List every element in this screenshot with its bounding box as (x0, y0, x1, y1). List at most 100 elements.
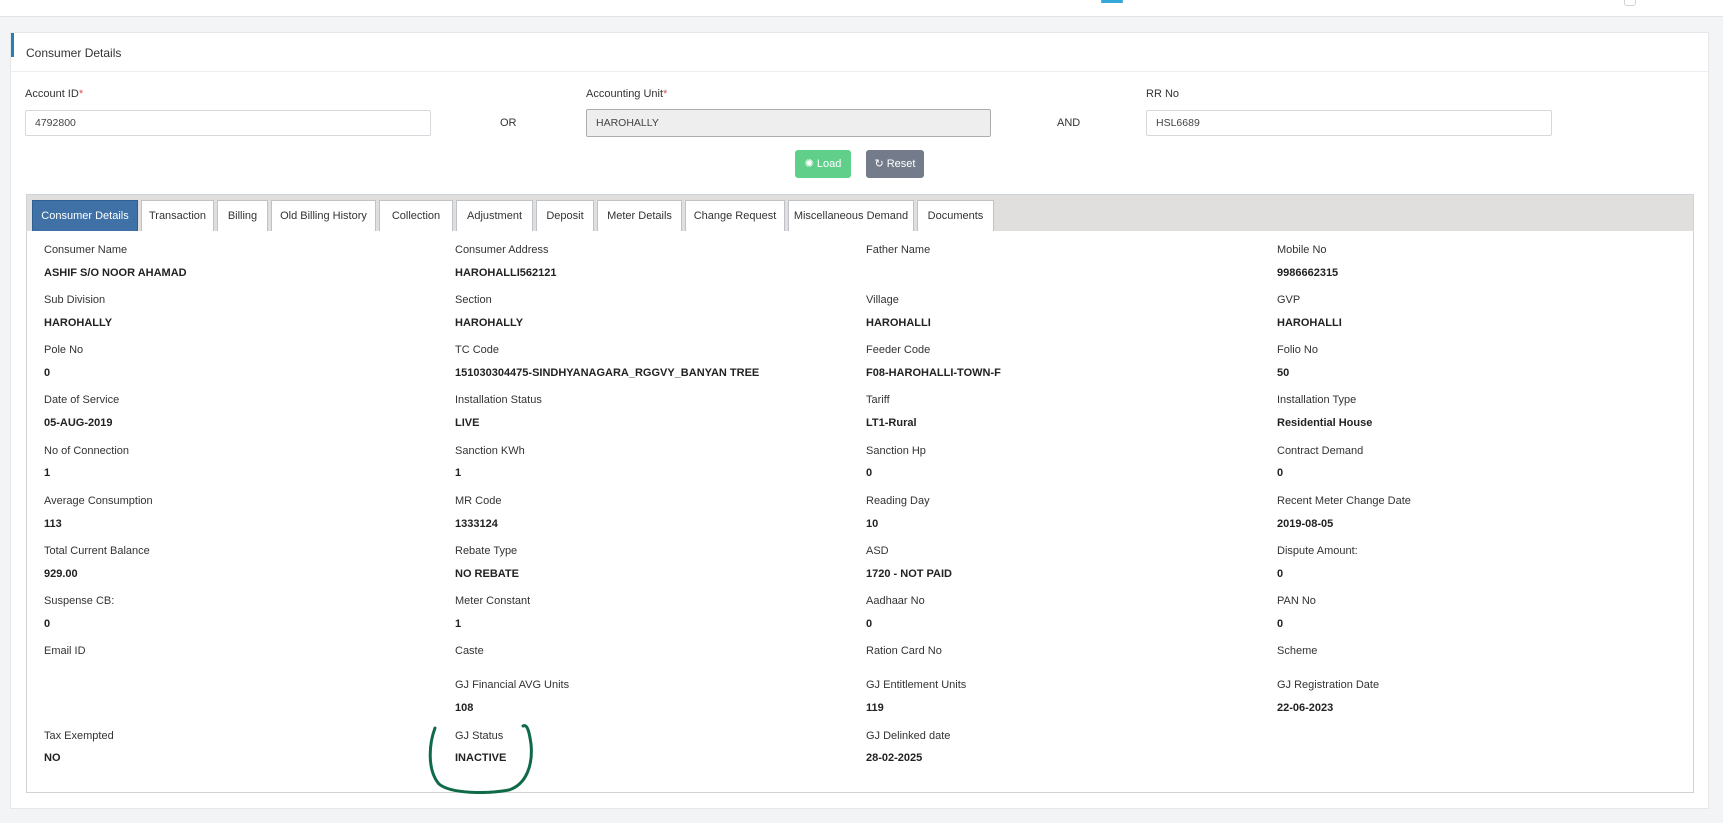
rebate-type-label: Rebate Type (455, 545, 518, 557)
village-label: Village (866, 294, 899, 306)
feeder-code-label: Feeder Code (866, 344, 931, 356)
asd-value: 1720 - NOT PAID (866, 568, 952, 580)
accounting-unit-input[interactable]: HAROHALLY (586, 109, 991, 137)
scheme-label: Scheme (1277, 645, 1318, 657)
total-current-balance-value: 929.00 (44, 568, 78, 580)
reading-day-label: Reading Day (866, 495, 930, 507)
gj-financial-avg-units-label: GJ Financial AVG Units (455, 679, 570, 691)
no-of-connection-value: 1 (44, 467, 51, 479)
installation-type-label: Installation Type (1277, 394, 1357, 406)
tariff-value: LT1-Rural (866, 417, 917, 429)
panel-accent-bar (11, 33, 14, 57)
account-id-label: Account ID* (25, 88, 84, 100)
sanction-kwh-value: 1 (455, 467, 462, 479)
contract-demand-label: Contract Demand (1277, 445, 1364, 457)
brand-logo-icon (1101, 0, 1123, 3)
tab-change-request[interactable]: Change Request (685, 200, 785, 231)
load-button[interactable]: ✺ Load (795, 150, 851, 178)
meter-constant-value: 1 (455, 618, 462, 630)
sanction-hp-label: Sanction Hp (866, 445, 926, 457)
tab-adjustment[interactable]: Adjustment (456, 200, 533, 231)
spinner-icon: ✺ (804, 158, 814, 170)
mr-code-label: MR Code (455, 495, 502, 507)
no-of-connection-label: No of Connection (44, 445, 129, 457)
tab-documents[interactable]: Documents (917, 200, 994, 231)
rr-no-input[interactable]: HSL6689 (1146, 110, 1552, 136)
folio-no-label: Folio No (1277, 344, 1318, 356)
required-mark: * (78, 88, 84, 100)
refresh-icon: ↻ (874, 158, 884, 170)
rebate-type-value: NO REBATE (455, 568, 519, 580)
ration-card-no-label: Ration Card No (866, 645, 942, 657)
gj-registration-date-value: 22-06-2023 (1277, 702, 1334, 714)
folio-no-value: 50 (1277, 367, 1290, 379)
tab-consumer-details[interactable]: Consumer Details (32, 200, 138, 231)
tariff-label: Tariff (866, 394, 890, 406)
annotation-circle-icon (428, 724, 533, 794)
gj-financial-avg-units-value: 108 (455, 702, 474, 714)
feeder-code-value: F08-HAROHALLI-TOWN-F (866, 367, 1001, 379)
pan-no-label: PAN No (1277, 595, 1316, 607)
date-of-service-value: 05-AUG-2019 (44, 417, 113, 429)
sub-division-value: HAROHALLY (44, 317, 113, 329)
gj-entitlement-units-label: GJ Entitlement Units (866, 679, 967, 691)
tab-old-billing-history[interactable]: Old Billing History (271, 200, 376, 231)
rr-no-label: RR No (1146, 88, 1180, 100)
sanction-hp-value: 0 (866, 467, 873, 479)
required-mark: * (663, 88, 668, 100)
tab-bar: Consumer Details Transaction Billing Old… (27, 195, 1693, 231)
pole-no-label: Pole No (44, 344, 84, 356)
account-id-input[interactable]: 4792800 (25, 110, 431, 136)
pole-no-value: 0 (44, 367, 51, 379)
average-consumption-value: 113 (44, 518, 62, 530)
gj-entitlement-units-value: 119 (866, 702, 884, 714)
aadhaar-no-value: 0 (866, 618, 873, 630)
reset-button[interactable]: ↻ Reset (866, 150, 924, 178)
tc-code-label: TC Code (455, 344, 500, 356)
or-label: OR (500, 117, 517, 129)
sub-division-label: Sub Division (44, 294, 106, 306)
dispute-amount-value: 0 (1277, 568, 1284, 580)
date-of-service-label: Date of Service (44, 394, 120, 406)
gj-delinked-date-label: GJ Delinked date (866, 730, 951, 742)
panel-header: Consumer Details (11, 33, 1708, 72)
accounting-unit-label: Accounting Unit* (586, 88, 668, 100)
tabs-container: Consumer Details Transaction Billing Old… (26, 194, 1694, 793)
aadhaar-no-label: Aadhaar No (866, 595, 925, 607)
installation-status-label: Installation Status (455, 394, 542, 406)
recent-meter-change-date-value: 2019-08-05 (1277, 518, 1334, 530)
installation-type-value: Residential House (1277, 417, 1373, 429)
tab-billing[interactable]: Billing (217, 200, 268, 231)
tab-meter-details[interactable]: Meter Details (597, 200, 682, 231)
tc-code-value: 151030304475-SINDHYANAGARA_RGGVY_BANYAN … (455, 367, 760, 379)
tab-transaction[interactable]: Transaction (141, 200, 214, 231)
suspense-cb-value: 0 (44, 618, 51, 630)
tab-collection[interactable]: Collection (379, 200, 453, 231)
asd-label: ASD (866, 545, 889, 557)
panel-title: Consumer Details (26, 46, 122, 60)
consumer-name-label: Consumer Name (44, 244, 128, 256)
tab-miscellaneous-demand[interactable]: Miscellaneous Demand (788, 200, 914, 231)
meter-constant-label: Meter Constant (455, 595, 531, 607)
email-id-label: Email ID (44, 645, 86, 657)
gj-delinked-date-value: 28-02-2025 (866, 752, 923, 764)
consumer-address-value: HAROHALLI562121 (455, 267, 557, 279)
window-control-icon[interactable] (1624, 0, 1636, 6)
mr-code-value: 1333124 (455, 518, 498, 530)
mobile-no-value: 9986662315 (1277, 267, 1339, 279)
contract-demand-value: 0 (1277, 467, 1284, 479)
gj-registration-date-label: GJ Registration Date (1277, 679, 1380, 691)
tax-exempted-value: NO (44, 752, 61, 764)
total-current-balance-label: Total Current Balance (44, 545, 150, 557)
tax-exempted-label: Tax Exempted (44, 730, 114, 742)
installation-status-value: LIVE (455, 417, 480, 429)
village-value: HAROHALLI (866, 317, 931, 329)
tab-deposit[interactable]: Deposit (536, 200, 594, 231)
caste-label: Caste (455, 645, 484, 657)
sanction-kwh-label: Sanction KWh (455, 445, 525, 457)
gvp-label: GVP (1277, 294, 1301, 306)
dispute-amount-label: Dispute Amount: (1277, 545, 1358, 557)
section-label: Section (455, 294, 492, 306)
top-bar (0, 0, 1723, 17)
gvp-value: HAROHALLI (1277, 317, 1342, 329)
